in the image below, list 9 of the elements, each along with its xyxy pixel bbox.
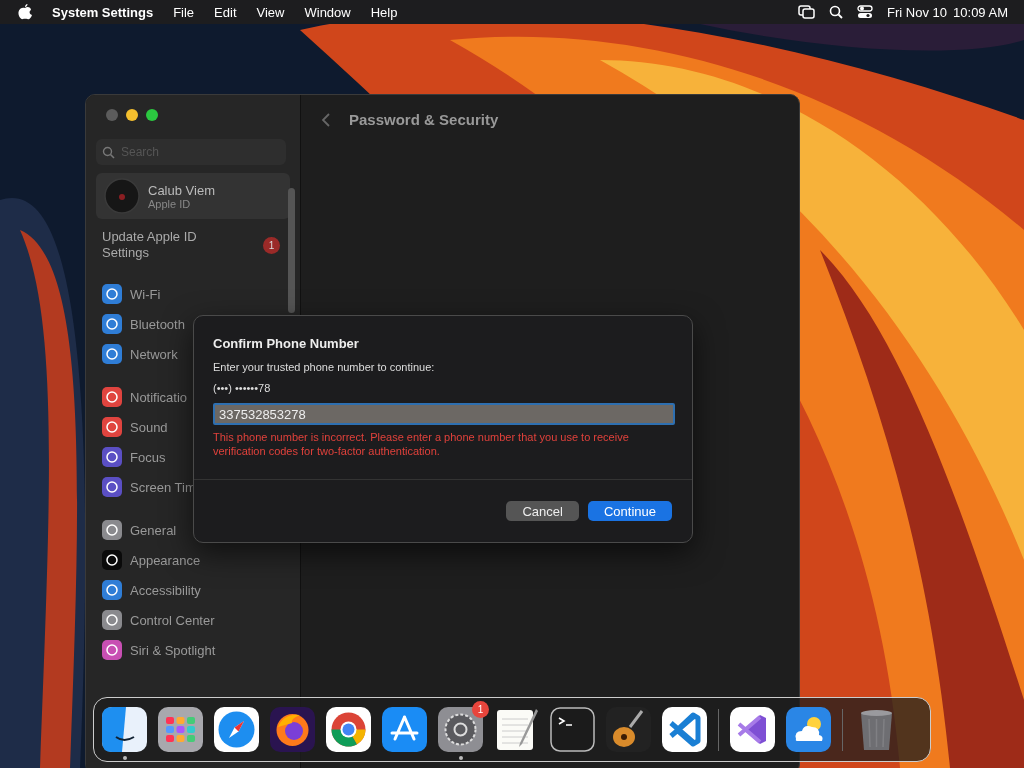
account-subtitle: Apple ID (148, 197, 192, 210)
notification-badge: 1 (263, 236, 280, 254)
masked-phone-number: (•••) ••••••78 (213, 382, 272, 394)
dialog-title: Confirm Phone Number (213, 336, 360, 351)
notification-badge: 1 (472, 701, 489, 718)
window-title: Password & Security (349, 111, 499, 128)
dialog-prompt: Enter your trusted phone number to continue: (213, 361, 436, 373)
error-message: This phone number is incorrect. Please enter a phone number that you use to receive verification codes for two-factor authentication. (213, 430, 630, 458)
account-name: Calub Viem (148, 182, 215, 198)
